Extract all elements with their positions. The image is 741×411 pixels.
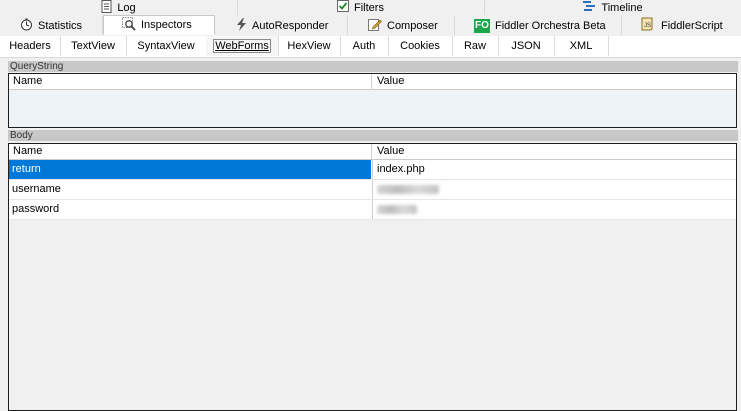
querystring-col-value[interactable]: Value — [377, 75, 404, 87]
subtab-syntaxview[interactable]: SyntaxView — [126, 36, 207, 56]
tab-log[interactable]: Log — [0, 0, 238, 15]
querystring-section-title: QueryString — [8, 61, 738, 72]
subtab-xml[interactable]: XML — [554, 36, 609, 56]
subtab-textview-label: TextView — [71, 40, 115, 52]
subtab-hexview[interactable]: HexView — [278, 36, 341, 56]
querystring-header: Name Value — [9, 74, 736, 90]
querystring-col-name[interactable]: Name — [13, 75, 42, 87]
column-divider[interactable] — [371, 144, 372, 159]
subtab-cookies-label: Cookies — [400, 40, 440, 52]
tab-timeline[interactable]: Timeline — [484, 0, 741, 15]
row-name-cell[interactable]: password — [9, 200, 371, 219]
tab-statistics[interactable]: Statistics — [8, 16, 103, 35]
script-js-icon: JS — [640, 17, 656, 34]
tab-autoresponder[interactable]: AutoResponder — [216, 16, 348, 35]
subtab-headers[interactable]: Headers — [0, 36, 61, 56]
table-row[interactable]: return index.php — [9, 160, 736, 180]
subtab-json[interactable]: JSON — [498, 36, 555, 56]
row-value-cell[interactable] — [372, 200, 737, 219]
tab-inspectors[interactable]: Inspectors — [103, 15, 215, 35]
checkbox-checked-icon — [337, 0, 350, 15]
subtab-webforms[interactable]: WebForms — [206, 36, 279, 56]
log-icon — [101, 0, 112, 16]
tab-composer-label: Composer — [387, 19, 438, 32]
subtab-headers-label: Headers — [9, 40, 51, 52]
querystring-grid[interactable]: Name Value — [8, 73, 737, 128]
lightning-icon — [236, 17, 247, 34]
subtab-cookies[interactable]: Cookies — [388, 36, 453, 56]
row-name-cell[interactable]: username — [9, 180, 371, 199]
table-row[interactable]: username — [9, 180, 736, 200]
subtab-raw-label: Raw — [463, 40, 486, 52]
tab-statistics-label: Statistics — [38, 19, 83, 32]
querystring-empty-area[interactable] — [9, 90, 736, 126]
body-header: Name Value — [9, 144, 736, 160]
subtab-json-label: JSON — [511, 40, 541, 52]
tab-filters[interactable]: Filters — [237, 0, 485, 15]
tab-composer[interactable]: Composer — [348, 16, 455, 35]
tab-timeline-label: Timeline — [601, 1, 643, 14]
redacted-value — [377, 184, 439, 194]
subtab-auth-label: Auth — [352, 40, 376, 52]
stopwatch-icon — [20, 18, 33, 34]
table-row[interactable]: password — [9, 200, 736, 220]
subtab-xml-label: XML — [569, 40, 593, 52]
subtab-raw[interactable]: Raw — [452, 36, 499, 56]
tab-filters-label: Filters — [354, 1, 384, 14]
column-divider[interactable] — [371, 74, 372, 89]
inspect-magnifier-icon — [122, 16, 136, 34]
timeline-icon — [582, 0, 596, 15]
tab-log-label: Log — [117, 1, 136, 14]
tab-fiddlerscript-label: FiddlerScript — [661, 19, 723, 32]
fiddler-orchestra-icon: FO — [474, 18, 490, 33]
body-col-name[interactable]: Name — [13, 145, 42, 157]
row-name-cell[interactable]: return — [9, 160, 371, 179]
body-grid[interactable]: Name Value return index.php username pas… — [8, 143, 737, 411]
subtab-hexview-label: HexView — [287, 40, 331, 52]
composer-pencil-icon — [368, 18, 382, 34]
subtab-syntaxview-label: SyntaxView — [137, 40, 195, 52]
tab-fiddler-orchestra[interactable]: FO Fiddler Orchestra Beta — [455, 16, 622, 35]
subtab-textview[interactable]: TextView — [60, 36, 127, 56]
tab-fiddlerscript[interactable]: JS FiddlerScript — [622, 16, 741, 35]
tab-autoresponder-label: AutoResponder — [252, 19, 329, 32]
row-value-cell[interactable] — [372, 180, 737, 199]
body-col-value[interactable]: Value — [377, 145, 404, 157]
tab-fiddler-orchestra-label: Fiddler Orchestra Beta — [495, 19, 606, 32]
redacted-value — [377, 204, 417, 214]
svg-text:JS: JS — [644, 23, 651, 29]
body-section-title: Body — [8, 130, 738, 141]
subtab-webforms-label: WebForms — [213, 39, 271, 53]
subtab-auth[interactable]: Auth — [340, 36, 389, 56]
tab-inspectors-label: Inspectors — [141, 19, 192, 31]
row-value-cell[interactable]: index.php — [372, 160, 737, 179]
